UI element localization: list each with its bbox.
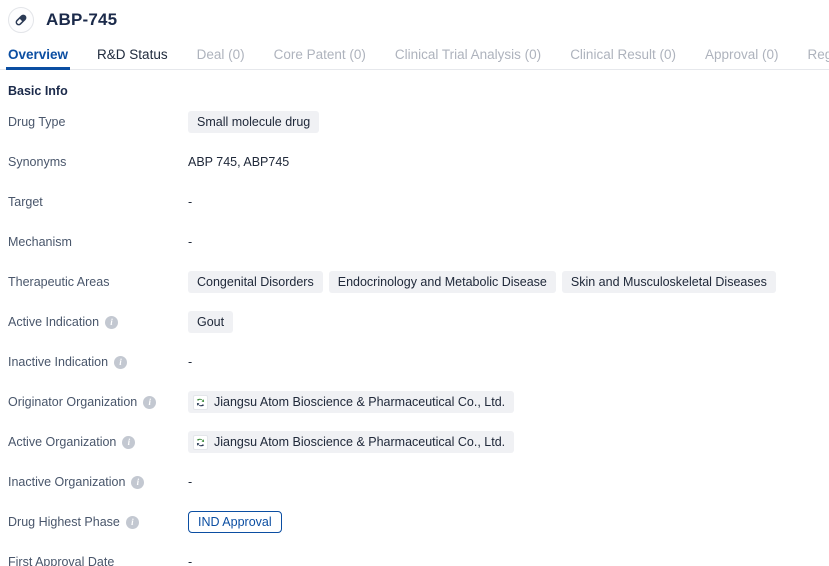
- empty-value: -: [188, 355, 193, 369]
- organization-chip[interactable]: Jiangsu Atom Bioscience & Pharmaceutical…: [188, 391, 515, 413]
- info-icon[interactable]: i: [131, 475, 145, 489]
- row-value-drug-type: Small molecule drug: [188, 111, 829, 133]
- value-chip[interactable]: Endocrinology and Metabolic Disease: [328, 271, 556, 293]
- info-icon[interactable]: i: [122, 435, 136, 449]
- organization-name: Jiangsu Atom Bioscience & Pharmaceutical…: [214, 435, 506, 449]
- page-title: ABP-745: [46, 10, 118, 29]
- section-title-basic-info: Basic Info: [8, 84, 68, 98]
- page-header: ABP-745: [0, 0, 829, 40]
- row-label-mechanism: Mechanism: [8, 231, 188, 250]
- tab-core-patent[interactable]: Core Patent (0): [274, 47, 366, 70]
- row-label-active-indication: Active Indication i: [8, 311, 188, 330]
- empty-value: -: [188, 555, 193, 566]
- tab-clinical-result[interactable]: Clinical Result (0): [570, 47, 676, 70]
- organization-name: Jiangsu Atom Bioscience & Pharmaceutical…: [214, 395, 506, 409]
- info-row-active-organization: Active Organization i Jiangsu Atom Bioscie…: [8, 431, 829, 471]
- info-icon[interactable]: i: [105, 315, 119, 329]
- row-label-text: Originator Organization: [8, 395, 138, 409]
- info-icon[interactable]: i: [125, 515, 139, 529]
- row-label-drug-highest-phase: Drug Highest Phase i: [8, 511, 188, 530]
- row-value-mechanism: -: [188, 231, 829, 253]
- row-label-drug-type: Drug Type: [8, 111, 188, 130]
- organization-chip[interactable]: Jiangsu Atom Bioscience & Pharmaceutical…: [188, 431, 515, 453]
- info-icon[interactable]: i: [143, 395, 157, 409]
- row-label-inactive-organization: Inactive Organization i: [8, 471, 188, 490]
- info-row-inactive-organization: Inactive Organization i -: [8, 471, 829, 511]
- row-label-text: Mechanism: [8, 235, 72, 249]
- row-label-active-organization: Active Organization i: [8, 431, 188, 450]
- row-label-therapeutic-areas: Therapeutic Areas: [8, 271, 188, 290]
- tab-overview[interactable]: Overview: [5, 47, 71, 70]
- row-label-text: First Approval Date: [8, 555, 115, 566]
- row-value-target: -: [188, 191, 829, 213]
- row-value-synonyms: ABP 745, ABP745: [188, 151, 829, 173]
- row-label-text: Target: [8, 195, 43, 209]
- row-label-text: Therapeutic Areas: [8, 275, 110, 289]
- info-row-originator-organization: Originator Organization i Jiangsu Atom Bio…: [8, 391, 829, 431]
- phase-chip[interactable]: IND Approval: [188, 511, 282, 533]
- text-value: ABP 745, ABP745: [188, 155, 290, 169]
- tab-clinical-trial-analysis[interactable]: Clinical Trial Analysis (0): [395, 47, 541, 70]
- value-chip[interactable]: Gout: [188, 311, 234, 333]
- row-label-text: Inactive Organization: [8, 475, 126, 489]
- info-row-drug-highest-phase: Drug Highest Phase i IND Approval: [8, 511, 829, 551]
- info-row-mechanism: Mechanism -: [8, 231, 829, 271]
- empty-value: -: [188, 235, 193, 249]
- overview-content: Basic Info Drug Type Small molecule drug S…: [0, 70, 829, 566]
- row-label-text: Synonyms: [8, 155, 67, 169]
- empty-value: -: [188, 475, 193, 489]
- row-label-originator-organization: Originator Organization i: [8, 391, 188, 410]
- row-label-first-approval-date: First Approval Date: [8, 551, 188, 566]
- row-value-active-organization: Jiangsu Atom Bioscience & Pharmaceutical…: [188, 431, 829, 453]
- row-label-text: Drug Type: [8, 115, 66, 129]
- tab-deal[interactable]: Deal (0): [197, 47, 245, 70]
- row-value-drug-highest-phase: IND Approval: [188, 511, 829, 533]
- info-row-target: Target -: [8, 191, 829, 231]
- company-leaf-logo-icon: [193, 394, 208, 410]
- info-row-inactive-indication: Inactive Indication i -: [8, 351, 829, 391]
- info-row-therapeutic-areas: Therapeutic Areas Congenital Disorders End…: [8, 271, 829, 311]
- row-label-text: Active Indication: [8, 315, 100, 329]
- row-value-first-approval-date: -: [188, 551, 829, 566]
- info-row-first-approval-date: First Approval Date -: [8, 551, 829, 566]
- info-icon[interactable]: i: [114, 355, 128, 369]
- row-label-text: Inactive Indication: [8, 355, 109, 369]
- value-chip[interactable]: Congenital Disorders: [188, 271, 323, 293]
- row-value-active-indication: Gout: [188, 311, 829, 333]
- capsule-pill-icon: [8, 7, 34, 33]
- drug-detail-page: ABP-745 Overview R&D Status Deal (0) Cor…: [0, 0, 829, 566]
- info-row-drug-type: Drug Type Small molecule drug: [8, 111, 829, 151]
- basic-info-rows: Drug Type Small molecule drug Synonyms ABP …: [8, 111, 829, 566]
- row-value-originator-organization: Jiangsu Atom Bioscience & Pharmaceutical…: [188, 391, 829, 413]
- tab-approval[interactable]: Approval (0): [705, 47, 779, 70]
- row-value-inactive-indication: -: [188, 351, 829, 373]
- row-label-synonyms: Synonyms: [8, 151, 188, 170]
- row-label-target: Target: [8, 191, 188, 210]
- row-label-text: Drug Highest Phase: [8, 515, 120, 529]
- tab-regulation[interactable]: Regulation (0): [808, 47, 829, 70]
- row-value-inactive-organization: -: [188, 471, 829, 493]
- info-row-active-indication: Active Indication i Gout: [8, 311, 829, 351]
- tab-bar: Overview R&D Status Deal (0) Core Patent…: [0, 40, 829, 70]
- row-label-inactive-indication: Inactive Indication i: [8, 351, 188, 370]
- tab-rd-status[interactable]: R&D Status: [97, 47, 168, 70]
- value-chip[interactable]: Small molecule drug: [188, 111, 320, 133]
- row-value-therapeutic-areas: Congenital Disorders Endocrinology and Me…: [188, 271, 829, 293]
- empty-value: -: [188, 195, 193, 209]
- value-chip[interactable]: Skin and Musculoskeletal Diseases: [561, 271, 776, 293]
- row-label-text: Active Organization: [8, 435, 117, 449]
- info-row-synonyms: Synonyms ABP 745, ABP745: [8, 151, 829, 191]
- company-leaf-logo-icon: [193, 434, 208, 450]
